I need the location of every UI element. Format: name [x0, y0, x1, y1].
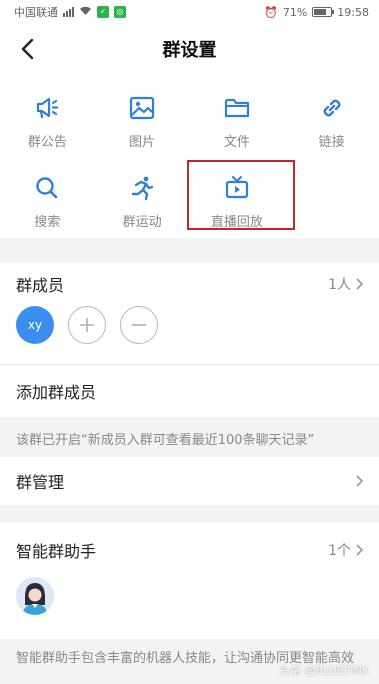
wifi-icon: [79, 6, 92, 19]
carrier-label: 中国联通: [14, 6, 58, 19]
minus-icon: [132, 324, 146, 326]
page-title: 群设置: [162, 40, 217, 61]
chevron-right-icon: [356, 475, 363, 487]
remove-member-button[interactable]: [120, 306, 158, 344]
watermark: 头条 @BLUEPINK: [279, 664, 369, 677]
wechat-notification-icon: ◎: [114, 6, 126, 18]
add-members-label: 添加群成员: [16, 383, 97, 402]
feature-announcement[interactable]: 群公告: [0, 88, 95, 154]
feature-label: 搜索: [34, 214, 61, 230]
megaphone-icon: [37, 97, 59, 118]
members-header[interactable]: 群成员 1人: [16, 262, 363, 306]
group-manage-label: 群管理: [16, 473, 65, 492]
running-icon: [131, 176, 154, 200]
battery-icon: [312, 7, 335, 17]
section-gap: [0, 505, 379, 523]
link-icon: [323, 99, 340, 116]
feature-label: 文件: [223, 134, 250, 150]
assistant-avatar-icon: [16, 577, 54, 615]
feature-files[interactable]: 文件: [190, 88, 285, 154]
clock: 19:58: [337, 5, 369, 19]
chevron-left-icon: [21, 38, 34, 60]
assistant-title: 智能群助手: [16, 542, 97, 561]
feature-label: 群运动: [122, 214, 162, 230]
chevron-right-icon: [356, 544, 363, 556]
feature-label: 群公告: [27, 134, 67, 150]
members-section: 群成员 1人 xy: [0, 262, 379, 364]
back-button[interactable]: [14, 36, 40, 62]
feature-label: 图片: [129, 134, 156, 150]
feature-grid: 群公告 图片 文件 链接 搜索 群运动 直播回放: [0, 74, 379, 238]
battery-percent: 71%: [282, 5, 308, 19]
assistant-count: 1个: [328, 543, 351, 559]
group-manage-row[interactable]: 群管理: [0, 457, 379, 505]
section-gap: [0, 238, 379, 262]
tv-icon: [225, 175, 248, 198]
feature-images[interactable]: 图片: [95, 88, 190, 154]
add-member-button[interactable]: [68, 306, 106, 344]
image-icon: [130, 96, 155, 119]
assistant-avatar[interactable]: [16, 577, 54, 615]
signal-icon: [63, 7, 74, 17]
search-icon: [36, 176, 58, 198]
feature-label: 链接: [318, 134, 345, 150]
alarm-icon: ⏰: [264, 5, 278, 19]
feature-links[interactable]: 链接: [284, 88, 379, 154]
assistant-section: 智能群助手 1个: [0, 523, 379, 639]
feature-search[interactable]: 搜索: [0, 168, 95, 234]
feature-live-replay[interactable]: 直播回放: [190, 168, 285, 234]
chevron-right-icon: [356, 278, 363, 290]
folder-icon: [224, 98, 249, 117]
feature-group-sports[interactable]: 群运动: [95, 168, 190, 234]
status-bar: 中国联通 ✓ ◎ ⏰ 71% 19:58: [0, 0, 379, 24]
members-title: 群成员: [16, 276, 65, 295]
feature-label: 直播回放: [210, 214, 263, 230]
nav-bar: 群设置: [0, 24, 379, 74]
app-notification-icon: ✓: [97, 6, 109, 18]
history-notice: 该群已开启“新成员入群可查看最近100条聊天记录”: [0, 417, 379, 457]
avatar[interactable]: xy: [16, 306, 54, 344]
assistant-header[interactable]: 智能群助手 1个: [16, 523, 363, 577]
plus-icon: [80, 318, 94, 332]
members-count: 1人: [328, 277, 351, 293]
add-members-row[interactable]: 添加群成员: [0, 365, 379, 417]
